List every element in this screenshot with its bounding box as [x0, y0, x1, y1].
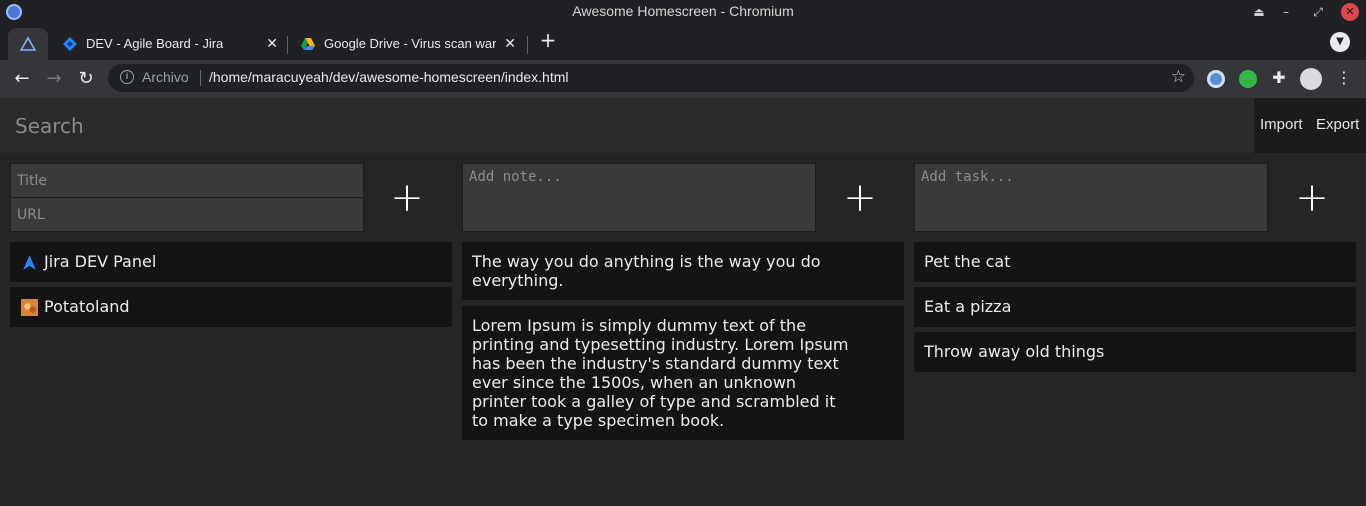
bookmark-label: Potatoland — [44, 297, 130, 316]
task-text: Pet the cat — [924, 252, 1011, 271]
window-title: Awesome Homescreen - Chromium — [572, 3, 794, 19]
tab-jira[interactable]: DEV - Agile Board - Jira ✕ — [50, 28, 286, 60]
url-text[interactable]: /home/maracuyeah/dev/awesome-homescreen/… — [209, 69, 569, 85]
tab-strip: DEV - Agile Board - Jira ✕ Google Drive … — [0, 24, 1366, 60]
browser-toolbar: ← → ↻ i Archivo /home/maracuyeah/dev/awe… — [0, 60, 1366, 98]
task-text: Eat a pizza — [924, 297, 1012, 316]
task-item[interactable]: Pet the cat — [914, 242, 1356, 282]
import-export-bar: Import Export — [1254, 98, 1366, 153]
bookmark-url-input[interactable] — [10, 197, 364, 232]
add-bookmark-button[interactable]: + — [385, 176, 429, 220]
profile-avatar-icon[interactable] — [1300, 68, 1322, 90]
search-bar — [0, 98, 1254, 153]
back-button[interactable]: ← — [11, 68, 33, 90]
tab-awesome-homescreen[interactable] — [8, 28, 48, 60]
add-note-textarea[interactable] — [462, 163, 816, 232]
import-button[interactable]: Import — [1260, 116, 1303, 133]
export-button[interactable]: Export — [1316, 116, 1359, 133]
tab-search-button[interactable]: ▼ — [1330, 32, 1350, 52]
tab-label: DEV - Agile Board - Jira — [86, 36, 224, 51]
info-icon[interactable]: i — [120, 70, 134, 84]
new-tab-button[interactable]: + — [538, 28, 558, 52]
extension-thumbs-up-icon[interactable] — [1239, 70, 1257, 88]
menu-kebab-icon[interactable]: ⋮ — [1333, 68, 1355, 87]
tab-google-drive[interactable]: Google Drive - Virus scan warn ✕ — [288, 28, 524, 60]
add-task-textarea[interactable] — [914, 163, 1268, 232]
bookmark-star-icon[interactable]: ☆ — [1171, 67, 1186, 87]
task-item[interactable]: Throw away old things — [914, 332, 1356, 372]
google-drive-icon — [301, 38, 315, 50]
extension-check-icon[interactable] — [1207, 70, 1225, 88]
keep-above-icon[interactable]: ⏏ — [1250, 3, 1268, 21]
note-item[interactable]: The way you do anything is the way you d… — [462, 242, 904, 300]
scheme-label: Archivo — [142, 69, 189, 85]
reload-button[interactable]: ↻ — [75, 68, 97, 90]
task-item[interactable]: Eat a pizza — [914, 287, 1356, 327]
search-input[interactable] — [0, 98, 1254, 153]
minimize-button[interactable]: – — [1277, 3, 1295, 21]
bookmark-title-input[interactable] — [10, 163, 364, 198]
note-item[interactable]: Lorem Ipsum is simply dummy text of the … — [462, 306, 904, 440]
extensions-puzzle-icon[interactable]: ✚ — [1268, 68, 1290, 87]
forward-button[interactable]: → — [43, 68, 65, 90]
bookmark-label: Jira DEV Panel — [44, 252, 157, 271]
window-titlebar: Awesome Homescreen - Chromium ⏏ – ⤢ ✕ — [0, 0, 1366, 24]
close-window-button[interactable]: ✕ — [1341, 3, 1359, 21]
maximize-button[interactable]: ⤢ — [1309, 3, 1327, 21]
add-task-button[interactable]: + — [1290, 176, 1334, 220]
homescreen-app: Import Export + Jira DEV Panel Potatolan… — [0, 98, 1366, 506]
address-bar[interactable]: i Archivo /home/maracuyeah/dev/awesome-h… — [108, 64, 1194, 92]
tab-label: Google Drive - Virus scan warn — [324, 36, 496, 51]
jira-icon — [23, 255, 36, 270]
bookmark-item[interactable]: Potatoland — [10, 287, 452, 327]
close-tab-icon[interactable]: ✕ — [504, 35, 516, 52]
bookmark-item[interactable]: Jira DEV Panel — [10, 242, 452, 282]
note-text: Lorem Ipsum is simply dummy text of the … — [472, 316, 849, 430]
note-text: The way you do anything is the way you d… — [472, 252, 821, 290]
triangle-icon — [20, 36, 36, 51]
close-tab-icon[interactable]: ✕ — [266, 35, 278, 52]
potato-icon — [21, 299, 38, 316]
add-note-button[interactable]: + — [838, 176, 882, 220]
task-text: Throw away old things — [924, 342, 1105, 361]
jira-icon — [63, 37, 77, 51]
